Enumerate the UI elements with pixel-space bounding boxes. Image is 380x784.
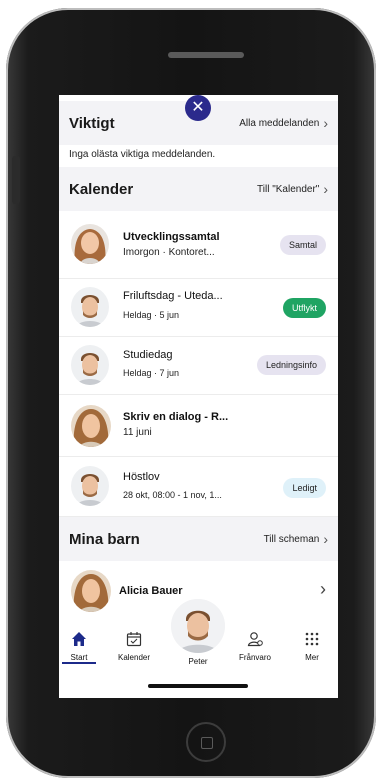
active-tab-indicator xyxy=(62,662,96,664)
avatar xyxy=(71,570,111,612)
important-title: Viktigt xyxy=(69,114,115,132)
calendar-event[interactable]: Höstlov 28 okt, 08:00 - 1 nov, 1... Ledi… xyxy=(59,457,338,517)
to-schedules-link[interactable]: Till scheman › xyxy=(264,532,328,546)
event-subtitle: 11 juni xyxy=(123,427,152,438)
no-important-messages: Inga olästa viktiga meddelanden. xyxy=(69,149,216,160)
calendar-icon xyxy=(110,630,158,648)
speaker-grille xyxy=(168,52,244,58)
event-subtitle: Heldag · 7 jun xyxy=(123,368,180,378)
event-title: Studiedag xyxy=(123,349,173,361)
event-tag: Utflykt xyxy=(282,298,326,318)
avatar xyxy=(71,224,109,264)
event-title: Utvecklingssamtal xyxy=(123,231,220,243)
event-title: Höstlov xyxy=(123,471,160,483)
all-messages-link[interactable]: Alla meddelanden › xyxy=(239,116,328,130)
event-tag: Samtal xyxy=(279,235,326,255)
calendar-event[interactable]: Skriv en dialog - R... 11 juni xyxy=(59,395,338,457)
calendar-header: Kalender Till "Kalender" › xyxy=(59,167,338,211)
tab-absence[interactable]: Frånvaro xyxy=(231,630,279,662)
tab-start[interactable]: Start xyxy=(59,630,103,662)
event-tag: Ledningsinfo xyxy=(256,355,326,375)
close-button[interactable]: ✕ xyxy=(185,95,211,121)
avatar xyxy=(71,345,109,385)
home-button[interactable] xyxy=(186,722,226,762)
close-icon: ✕ xyxy=(191,99,205,116)
chevron-right-icon: › xyxy=(320,579,326,599)
to-schedules-label: Till scheman xyxy=(263,533,320,545)
tab-calendar[interactable]: Kalender xyxy=(110,630,158,662)
tab-more[interactable]: Mer xyxy=(288,630,336,662)
tab-label: Kalender xyxy=(117,653,151,662)
app-screen: Viktigt Alla meddelanden › ✕ Inga olästa… xyxy=(59,95,338,698)
to-calendar-link[interactable]: Till "Kalender" › xyxy=(257,182,328,196)
home-indicator xyxy=(148,684,248,688)
avatar xyxy=(71,466,109,506)
tab-label: Peter xyxy=(188,657,208,666)
event-subtitle: Imorgon · Kontoret... xyxy=(123,247,215,258)
children-title: Mina barn xyxy=(69,530,140,548)
grid-icon xyxy=(288,630,336,648)
side-button xyxy=(12,156,20,204)
calendar-event[interactable]: Friluftsdag - Uteda... Heldag · 5 jun Ut… xyxy=(59,279,338,337)
children-header: Mina barn Till scheman › xyxy=(59,517,338,561)
event-title: Skriv en dialog - R... xyxy=(123,411,229,423)
event-title: Friluftsdag - Uteda... xyxy=(123,290,223,302)
home-icon xyxy=(59,630,103,648)
chevron-right-icon: › xyxy=(323,181,328,197)
all-messages-label: Alla meddelanden xyxy=(239,117,320,129)
tab-label: Start xyxy=(70,653,88,662)
event-subtitle: Heldag · 5 jun xyxy=(123,310,180,320)
avatar xyxy=(71,405,111,447)
child-name: Alicia Bauer xyxy=(119,585,183,597)
profile-avatar[interactable] xyxy=(171,599,225,653)
event-tag: Ledigt xyxy=(283,478,326,498)
calendar-event[interactable]: Studiedag Heldag · 7 jun Ledningsinfo xyxy=(59,337,338,395)
event-subtitle: 28 okt, 08:00 - 1 nov, 1... xyxy=(123,490,222,500)
avatar xyxy=(71,287,109,327)
calendar-event[interactable]: Utvecklingssamtal Imorgon · Kontoret... … xyxy=(59,215,338,279)
calendar-title: Kalender xyxy=(69,180,134,198)
tab-label: Mer xyxy=(305,653,319,662)
chevron-right-icon: › xyxy=(323,531,328,547)
tab-label: Frånvaro xyxy=(238,653,271,662)
absence-icon xyxy=(231,630,279,648)
chevron-right-icon: › xyxy=(323,115,328,131)
tab-profile[interactable]: Peter xyxy=(174,657,222,666)
to-calendar-label: Till "Kalender" xyxy=(257,183,320,195)
